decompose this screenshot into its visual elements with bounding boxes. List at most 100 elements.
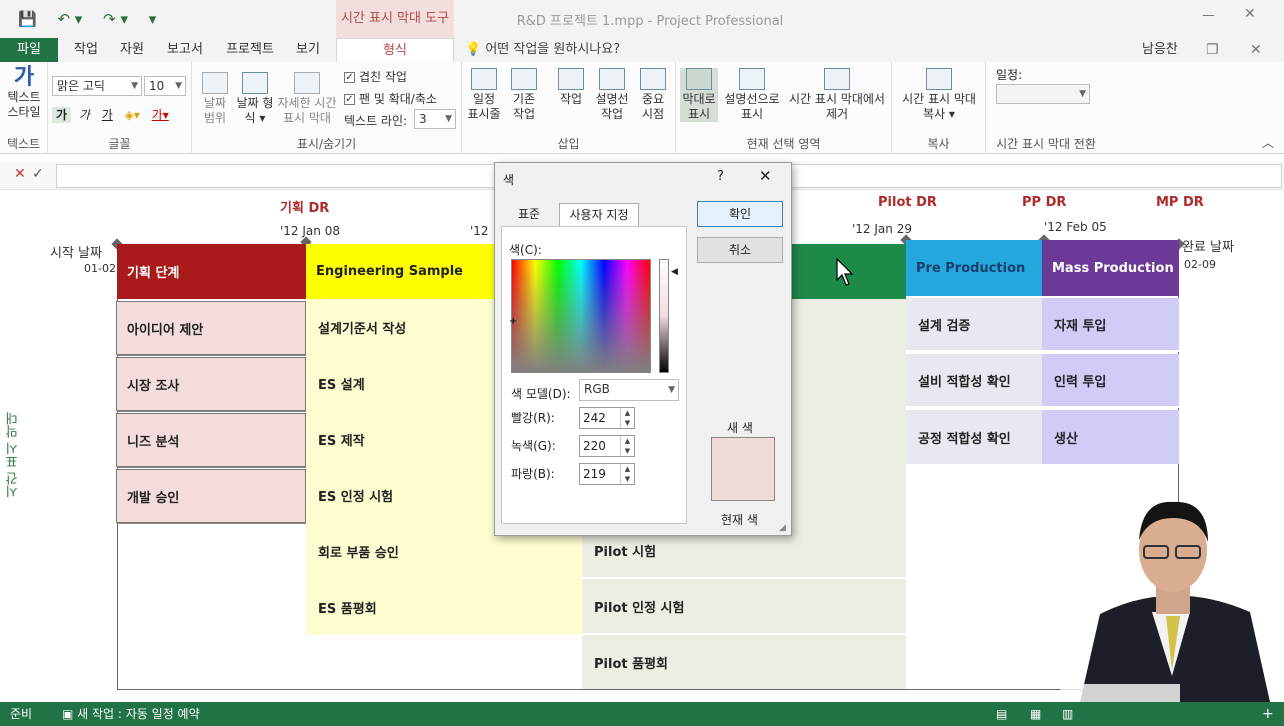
task-idea-proposal[interactable]: 아이디어 제안	[116, 301, 306, 355]
collapse-ribbon-icon[interactable]: ︿	[1262, 134, 1274, 151]
task-mp[interactable]: 자재 투입	[1042, 298, 1179, 352]
customize-qat-icon[interactable]: ▾	[149, 10, 157, 28]
tab-file[interactable]: 파일	[0, 38, 58, 62]
spinner-arrows-icon[interactable]: ▲ ▼	[620, 436, 634, 456]
task-es[interactable]: ES 제작	[306, 411, 494, 467]
blue-spinner[interactable]: 219 ▲ ▼	[579, 463, 635, 485]
color-spectrum[interactable]	[511, 259, 651, 373]
tab-project[interactable]: 프로젝트	[218, 38, 282, 62]
task-es[interactable]: 설계기준서 작성	[306, 299, 494, 355]
dialog-close-icon[interactable]: ✕	[759, 167, 772, 185]
underline-icon[interactable]: 가	[98, 107, 117, 123]
font-color-icon[interactable]: 가▾	[148, 107, 173, 123]
task-pp[interactable]: 설비 적합성 확인	[906, 354, 1042, 408]
task-es[interactable]: ES 설계	[306, 355, 494, 411]
display-as-callout-button[interactable]: 설명선으로 표시	[722, 68, 782, 122]
task-usage-view-icon[interactable]: ▦	[1030, 702, 1041, 726]
schedule-combo[interactable]: ▼	[996, 84, 1090, 104]
task-es[interactable]: ES 인정 시험	[306, 467, 494, 523]
task-mp[interactable]: 생산	[1042, 410, 1179, 464]
save-icon[interactable]: 💾	[18, 10, 37, 28]
display-as-bar-button[interactable]: 막대로 표시	[680, 68, 718, 122]
italic-icon[interactable]: 가	[75, 107, 94, 123]
task-pilot[interactable]: Pilot 인정 시험	[582, 579, 906, 635]
overlap-checkbox[interactable]: ✓ 겹친 작업	[344, 68, 407, 85]
ribbon-close-icon[interactable]: ✕	[1250, 42, 1262, 58]
gantt-view-icon[interactable]: ▤	[996, 702, 1007, 726]
timeline-bar-button[interactable]: 일정 표시줄	[466, 68, 502, 122]
milestone-pilot-dr[interactable]: Pilot DR	[878, 195, 937, 210]
task-mp[interactable]: 인력 투입	[1042, 354, 1179, 408]
tab-custom[interactable]: 사용자 지정	[559, 203, 639, 227]
new-tasks-mode[interactable]: ▣ 새 작업 : 자동 일정 예약	[62, 702, 200, 726]
resize-grip-icon[interactable]: ◢	[779, 523, 786, 533]
milestone-planning-dr[interactable]: 기획 DR	[280, 197, 329, 216]
presenter-video-overlay	[1060, 501, 1270, 702]
user-name[interactable]: 남응찬	[1142, 38, 1178, 62]
ok-button[interactable]: 확인	[697, 201, 783, 227]
remove-from-timeline-button[interactable]: 시간 표시 막대에서 제거	[786, 68, 888, 122]
task-development-approval[interactable]: 개발 승인	[116, 469, 306, 523]
spinner-arrows-icon[interactable]: ▲ ▼	[620, 408, 634, 428]
tab-report[interactable]: 보고서	[160, 38, 210, 62]
pan-zoom-checkbox[interactable]: ✓ 팬 및 확대/축소	[344, 90, 437, 107]
font-size-combo[interactable]: 10 ▼	[144, 76, 186, 96]
color-model-select[interactable]: RGB ▼	[579, 379, 679, 401]
undo-icon[interactable]: ↶ ▾	[57, 10, 82, 28]
phase-mass-production[interactable]: Mass Production	[1042, 240, 1179, 296]
milestone-pp-dr[interactable]: PP DR	[1022, 195, 1066, 210]
text-lines-combo[interactable]: 3 ▼	[414, 109, 456, 129]
end-date-value: 02-09	[1184, 258, 1216, 271]
minimize-icon[interactable]: ㅡ	[1202, 6, 1215, 26]
phase-engineering-sample[interactable]: Engineering Sample	[306, 244, 496, 299]
team-planner-view-icon[interactable]: ▥	[1062, 702, 1073, 726]
existing-tasks-button[interactable]: 기존 작업	[506, 68, 542, 122]
bold-icon[interactable]: 가	[52, 107, 72, 123]
color-model-label: 색 모델(D):	[511, 387, 571, 401]
quick-access-toolbar: 💾 ↶ ▾ ↷ ▾ ▾	[18, 10, 172, 28]
tab-view[interactable]: 보기	[288, 38, 328, 62]
milestone-button[interactable]: 중요 시점	[636, 68, 670, 122]
milestone-mp-dr[interactable]: MP DR	[1156, 195, 1204, 210]
font-name-combo[interactable]: 맑은 고딕 ▼	[52, 76, 142, 96]
title-bar: 💾 ↶ ▾ ↷ ▾ ▾ 시간 표시 막대 도구 R&D 프로젝트 1.mpp -…	[0, 0, 1284, 38]
detailed-timeline-button[interactable]: 자세한 시간 표시 막대	[276, 72, 338, 126]
spinner-arrows-icon[interactable]: ▲ ▼	[620, 464, 634, 484]
red-value: 242	[583, 411, 606, 425]
text-styles-button[interactable]: 가 텍스트 스타일	[4, 66, 44, 120]
task-es[interactable]: ES 품평회	[306, 579, 576, 635]
display-as-bar-label: 막대로 표시	[682, 92, 716, 121]
luminance-slider[interactable]	[659, 259, 669, 373]
copy-timeline-button[interactable]: 시간 표시 막대 복사 ▾	[896, 68, 982, 122]
tab-resource[interactable]: 자원	[112, 38, 152, 62]
red-spinner[interactable]: 242 ▲ ▼	[579, 407, 635, 429]
confirm-entry-icon[interactable]: ✓	[32, 166, 44, 182]
fill-color-icon[interactable]: ◈▾	[121, 107, 144, 123]
task-market-research[interactable]: 시장 조사	[116, 357, 306, 411]
task-pilot[interactable]: Pilot 품평회	[582, 635, 906, 689]
tab-standard[interactable]: 표준	[509, 203, 549, 227]
insert-task-button[interactable]: 작업	[556, 68, 586, 107]
cancel-entry-icon[interactable]: ✕	[14, 166, 26, 182]
luminance-arrow-icon[interactable]: ◀	[671, 267, 678, 277]
help-icon[interactable]: ?	[717, 169, 724, 184]
close-icon[interactable]: ✕	[1244, 6, 1256, 22]
restore-icon[interactable]: ❐	[1206, 42, 1219, 58]
callout-task-button[interactable]: 설명선 작업	[592, 68, 632, 122]
tab-format[interactable]: 형식	[336, 38, 454, 62]
task-needs-analysis[interactable]: 니즈 분석	[116, 413, 306, 467]
task-pp[interactable]: 공정 적합성 확인	[906, 410, 1042, 464]
remove-from-timeline-icon	[824, 68, 850, 90]
tab-task[interactable]: 작업	[66, 38, 106, 62]
redo-icon[interactable]: ↷ ▾	[103, 10, 128, 28]
phase-planning[interactable]: 기획 단계	[117, 244, 306, 299]
cancel-button[interactable]: 취소	[697, 237, 783, 263]
font-format-buttons: 가 가 가 ◈▾ 가▾	[52, 106, 173, 123]
phase-pre-production[interactable]: Pre Production	[906, 240, 1042, 296]
task-pp[interactable]: 설계 검증	[906, 298, 1042, 352]
date-range-button[interactable]: 날짜 범위	[200, 72, 230, 126]
tell-me-box[interactable]: 💡 어떤 작업을 원하시나요?	[465, 38, 620, 62]
date-format-button[interactable]: 날짜 형식 ▾	[236, 72, 274, 126]
zoom-in-icon[interactable]: +	[1262, 702, 1274, 726]
green-spinner[interactable]: 220 ▲ ▼	[579, 435, 635, 457]
